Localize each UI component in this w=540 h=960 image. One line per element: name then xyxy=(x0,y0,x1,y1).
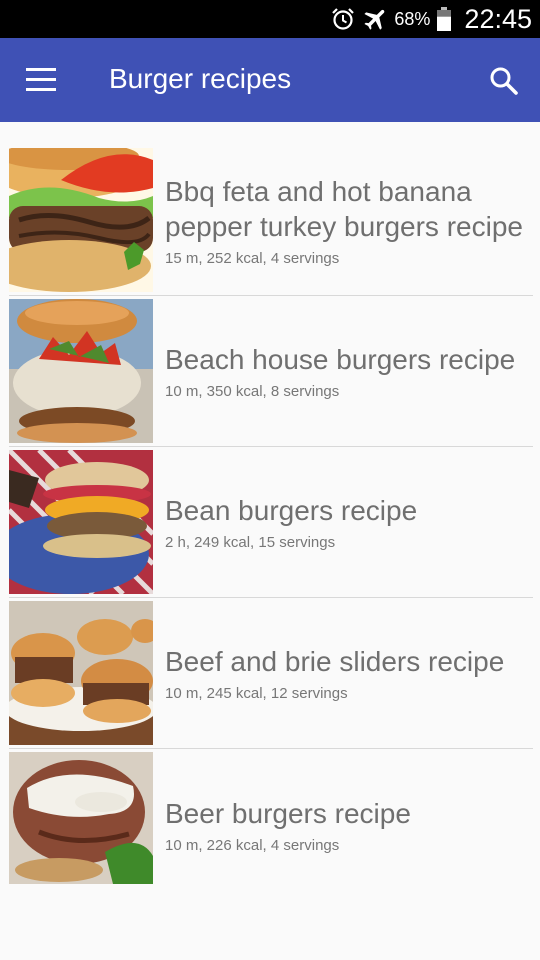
search-button[interactable] xyxy=(488,65,520,97)
recipe-text: Beach house burgers recipe 10 m, 350 kca… xyxy=(165,296,529,446)
recipe-title: Beach house burgers recipe xyxy=(165,344,516,375)
recipe-title: Beer burgers recipe xyxy=(165,797,411,829)
status-bar: 68% 22:45 xyxy=(0,0,540,38)
recipe-text: Beef and brie sliders recipe 10 m, 245 k… xyxy=(165,598,529,748)
recipe-meta: 10 m, 350 kcal, 8 servings xyxy=(165,383,340,400)
recipe-text: Bean burgers recipe 2 h, 249 kcal, 15 se… xyxy=(165,447,529,597)
recipe-thumbnail xyxy=(9,450,153,594)
recipe-row[interactable]: Bbq feta and hot banana pepper turkey bu… xyxy=(9,145,533,296)
recipe-list: Bbq feta and hot banana pepper turkey bu… xyxy=(0,145,540,900)
battery-percent: 68% xyxy=(394,8,431,29)
airplane-mode-icon xyxy=(364,9,385,30)
status-icons: 68% 22:45 xyxy=(330,0,532,38)
page-title: Burger recipes xyxy=(109,63,292,94)
recipe-row[interactable]: Bean burgers recipe 2 h, 249 kcal, 15 se… xyxy=(9,447,533,598)
recipe-meta: 15 m, 252 kcal, 4 servings xyxy=(165,249,340,267)
recipe-thumbnail xyxy=(9,148,153,292)
recipe-row[interactable]: Beer burgers recipe 10 m, 226 kcal, 4 se… xyxy=(9,749,533,900)
recipe-meta: 10 m, 226 kcal, 4 servings xyxy=(165,836,340,854)
clock: 22:45 xyxy=(464,3,532,34)
recipe-meta: 10 m, 245 kcal, 12 servings xyxy=(165,685,348,702)
recipe-meta: 2 h, 249 kcal, 15 servings xyxy=(165,534,336,551)
recipe-row[interactable]: Beach house burgers recipe 10 m, 350 kca… xyxy=(9,296,533,447)
recipe-title: Bbq feta and hot banana pepper turkey bu… xyxy=(165,175,523,242)
recipe-thumbnail xyxy=(9,601,153,745)
app-bar: Burger recipes xyxy=(0,38,540,122)
recipe-text: Beer burgers recipe 10 m, 226 kcal, 4 se… xyxy=(165,749,529,900)
recipe-text: Bbq feta and hot banana pepper turkey bu… xyxy=(165,145,529,295)
battery-icon xyxy=(437,7,452,31)
recipe-thumbnail xyxy=(9,299,153,443)
recipe-row[interactable]: Beef and brie sliders recipe 10 m, 245 k… xyxy=(9,598,533,749)
alarm-icon xyxy=(332,8,355,30)
recipe-thumbnail xyxy=(9,752,153,896)
search-icon xyxy=(490,67,518,95)
recipe-title: Bean burgers recipe xyxy=(165,495,418,526)
recipe-title: Beef and brie sliders recipe xyxy=(165,646,505,677)
menu-button[interactable] xyxy=(26,68,58,92)
